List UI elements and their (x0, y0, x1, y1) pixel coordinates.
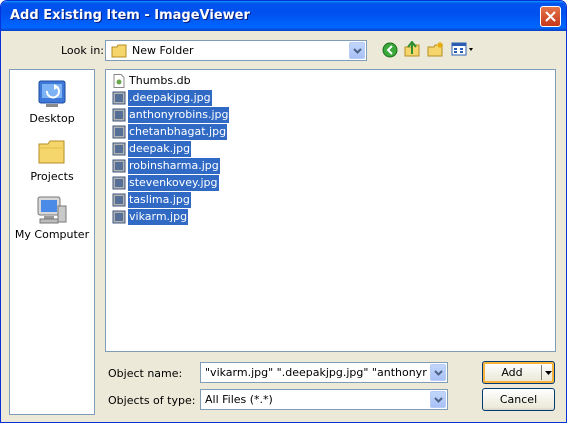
views-icon (451, 42, 473, 56)
object-type-dropdown[interactable]: All Files (*.*) (200, 389, 448, 410)
object-type-dropdown-arrow[interactable] (430, 391, 446, 408)
look-in-label: Look in: (61, 44, 104, 57)
my-computer-icon (37, 196, 67, 224)
chevron-down-icon (353, 48, 362, 54)
place-projects-label: Projects (30, 170, 74, 183)
file-name: .deepakjpg.jpg (128, 90, 212, 106)
file-name: deepak.jpg (128, 141, 192, 157)
folder-icon (111, 44, 127, 58)
cancel-button[interactable]: Cancel (482, 388, 555, 411)
look-in-dropdown[interactable]: New Folder (105, 40, 367, 61)
image-file-icon (112, 159, 126, 173)
image-file-icon (112, 176, 126, 190)
title-bar[interactable]: Add Existing Item - ImageViewer (1, 1, 566, 31)
image-file-icon (112, 91, 126, 105)
chevron-down-icon (434, 397, 443, 403)
file-name: taslima.jpg (128, 192, 191, 208)
places-bar: Desktop Projects My Computer (9, 69, 95, 415)
add-button-label: Add (501, 366, 523, 379)
file-name: robinsharma.jpg (128, 158, 220, 174)
place-projects[interactable]: Projects (10, 136, 94, 183)
object-name-value: "vikarm.jpg" ".deepakjpg.jpg" "anthonyro… (205, 366, 427, 379)
place-desktop[interactable]: Desktop (10, 78, 94, 125)
chevron-down-icon (434, 370, 443, 376)
file-name: chetanbhagat.jpg (128, 124, 228, 140)
views-button[interactable] (451, 41, 475, 58)
file-name: vikarm.jpg (128, 209, 189, 225)
image-file-icon (112, 193, 126, 207)
look-in-value: New Folder (132, 44, 194, 57)
image-file-icon (112, 210, 126, 224)
folder-icon (38, 140, 65, 164)
image-file-icon (112, 108, 126, 122)
place-desktop-label: Desktop (29, 112, 75, 125)
desktop-icon (38, 80, 66, 107)
add-button[interactable]: Add (482, 361, 555, 384)
file-name: stevenkovey.jpg (128, 175, 219, 191)
up-folder-icon[interactable] (404, 41, 421, 58)
file-list[interactable]: Thumbs.db .deepakjpg.jpg anthonyrobins.j… (105, 69, 556, 352)
object-type-label: Objects of type: (108, 394, 196, 407)
place-my-computer-label: My Computer (14, 228, 90, 241)
window-title: Add Existing Item - ImageViewer (10, 8, 250, 23)
new-folder-icon[interactable] (427, 41, 444, 58)
object-name-input[interactable]: "vikarm.jpg" ".deepakjpg.jpg" "anthonyro… (200, 362, 448, 383)
file-name: anthonyrobins.jpg (128, 107, 230, 123)
dialog-window: Add Existing Item - ImageViewer Look in:… (0, 0, 567, 423)
close-icon (545, 11, 556, 22)
close-button[interactable] (540, 6, 561, 27)
split-divider (541, 365, 542, 380)
object-name-label: Object name: (108, 367, 183, 380)
image-file-icon (112, 142, 126, 156)
object-name-dropdown-arrow[interactable] (430, 364, 446, 381)
look-in-dropdown-arrow[interactable] (349, 42, 365, 59)
place-my-computer[interactable]: My Computer (10, 194, 94, 241)
file-icon (113, 74, 125, 88)
image-file-icon (112, 125, 126, 139)
file-name: Thumbs.db (129, 74, 191, 87)
chevron-down-icon[interactable] (545, 371, 552, 375)
back-icon[interactable] (382, 42, 398, 58)
object-type-value: All Files (*.*) (205, 393, 273, 406)
